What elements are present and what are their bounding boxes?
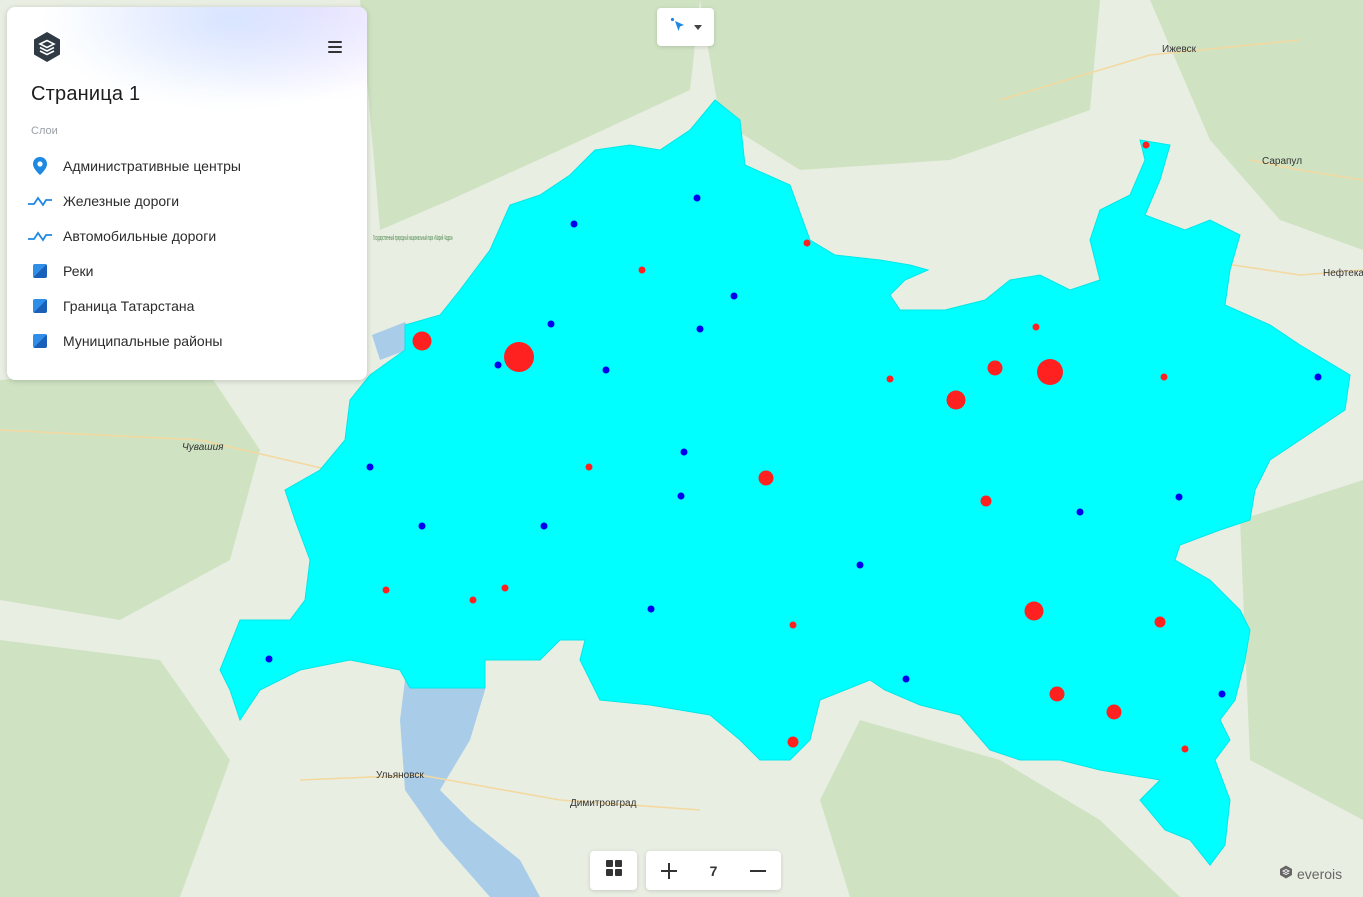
polyline-icon xyxy=(25,226,55,246)
layer-item-admin-centers[interactable]: Административные центры xyxy=(25,148,355,183)
admin-center-marker[interactable] xyxy=(803,239,811,247)
layer-label: Железные дороги xyxy=(63,192,180,209)
attribution[interactable]: everois xyxy=(1279,865,1342,882)
panel-header-glow xyxy=(7,7,367,127)
select-tool-button[interactable] xyxy=(657,8,714,46)
layer-item-railways[interactable]: Железные дороги xyxy=(25,183,355,218)
zoom-in-button[interactable] xyxy=(646,851,691,890)
attribution-brand: everois xyxy=(1297,865,1343,882)
settlement-marker[interactable] xyxy=(856,561,864,569)
layer-label: Граница Татарстана xyxy=(63,297,195,314)
settlement-marker[interactable] xyxy=(1314,373,1322,381)
zoom-out-button[interactable] xyxy=(736,851,781,890)
settlement-marker[interactable] xyxy=(494,361,502,369)
minus-icon xyxy=(750,869,767,872)
plus-icon xyxy=(660,862,677,879)
polyline-icon xyxy=(25,191,55,211)
admin-center-marker[interactable] xyxy=(987,360,1003,376)
settlement-marker[interactable] xyxy=(902,675,910,683)
polygon-icon xyxy=(25,261,55,281)
layer-item-roads[interactable]: Автомобильные дороги xyxy=(25,218,355,253)
layer-label: Реки xyxy=(63,262,94,279)
everois-logo-icon xyxy=(1279,865,1293,882)
admin-center-marker[interactable] xyxy=(1032,323,1040,331)
settlement-marker[interactable] xyxy=(418,522,426,530)
cursor-arrow-icon xyxy=(670,17,686,38)
layer-label: Автомобильные дороги xyxy=(63,227,217,244)
page-title: Страница 1 xyxy=(31,83,141,105)
admin-center-marker[interactable] xyxy=(1154,616,1166,628)
admin-center-marker[interactable] xyxy=(585,463,593,471)
layers-panel: Страница 1 Слои Административные центры … xyxy=(7,7,367,380)
settlement-marker[interactable] xyxy=(696,325,704,333)
layer-item-tatarstan-border[interactable]: Граница Татарстана xyxy=(25,288,355,323)
admin-center-marker[interactable] xyxy=(758,470,774,486)
admin-center-marker[interactable] xyxy=(1142,141,1150,149)
naberezhnye-chelny-marker[interactable] xyxy=(1037,359,1063,385)
settlement-marker[interactable] xyxy=(265,655,273,663)
layer-item-rivers[interactable]: Реки xyxy=(25,253,355,288)
layer-label: Административные центры xyxy=(63,157,241,174)
settlement-marker[interactable] xyxy=(366,463,374,471)
grid-icon xyxy=(605,859,623,882)
app-logo-icon[interactable] xyxy=(31,31,63,63)
settlement-marker[interactable] xyxy=(677,492,685,500)
settlement-marker[interactable] xyxy=(602,366,610,374)
admin-center-marker[interactable] xyxy=(980,495,992,507)
admin-center-marker[interactable] xyxy=(1181,745,1189,753)
admin-center-marker[interactable] xyxy=(1049,686,1065,702)
place-label-dimitrovgrad: Димитровград xyxy=(570,798,637,809)
settlement-marker[interactable] xyxy=(547,320,555,328)
settlement-marker[interactable] xyxy=(540,522,548,530)
polygon-icon xyxy=(25,331,55,351)
polygon-icon xyxy=(25,296,55,316)
place-label-neftekamsk: Нефтекам xyxy=(1323,267,1363,279)
settlement-marker[interactable] xyxy=(680,448,688,456)
admin-center-marker[interactable] xyxy=(501,584,509,592)
place-label-ulyanovsk: Ульяновск xyxy=(376,770,424,781)
almetyevsk-marker[interactable] xyxy=(1024,601,1044,621)
basemap-grid-button[interactable] xyxy=(590,851,637,890)
chevron-down-icon xyxy=(693,18,702,36)
settlement-marker[interactable] xyxy=(693,194,701,202)
admin-center-marker[interactable] xyxy=(412,331,432,351)
admin-center-marker[interactable] xyxy=(886,375,894,383)
zoom-level: 7 xyxy=(709,862,718,879)
settlement-marker[interactable] xyxy=(1076,508,1084,516)
kazan-marker[interactable] xyxy=(504,342,534,372)
layer-item-municipal-districts[interactable]: Муниципальные районы xyxy=(25,323,355,358)
admin-center-marker[interactable] xyxy=(789,621,797,629)
settlement-marker[interactable] xyxy=(570,220,578,228)
layers-heading: Слои xyxy=(31,125,58,137)
place-label-mari-park: Государственный природный национальный п… xyxy=(373,234,453,242)
nizhnekamsk-marker[interactable] xyxy=(946,390,966,410)
place-label-izhevsk: Ижевск xyxy=(1162,44,1197,55)
admin-center-marker[interactable] xyxy=(1106,704,1122,720)
place-label-chuvashia: Чувашия xyxy=(182,442,224,453)
admin-center-marker[interactable] xyxy=(382,586,390,594)
admin-center-marker[interactable] xyxy=(469,596,477,604)
hamburger-menu-icon[interactable] xyxy=(323,35,347,59)
settlement-marker[interactable] xyxy=(730,292,738,300)
layer-list: Административные центры Железные дороги … xyxy=(25,148,355,358)
settlement-marker[interactable] xyxy=(647,605,655,613)
layer-label: Муниципальные районы xyxy=(63,332,223,349)
zoom-control: 7 xyxy=(646,851,781,890)
settlement-marker[interactable] xyxy=(1175,493,1183,501)
settlement-marker[interactable] xyxy=(1218,690,1226,698)
admin-center-marker[interactable] xyxy=(638,266,646,274)
admin-center-marker[interactable] xyxy=(1160,373,1168,381)
admin-center-marker[interactable] xyxy=(787,736,799,748)
place-label-sarapul: Сарапул xyxy=(1262,156,1302,167)
location-pin-icon xyxy=(25,156,55,176)
